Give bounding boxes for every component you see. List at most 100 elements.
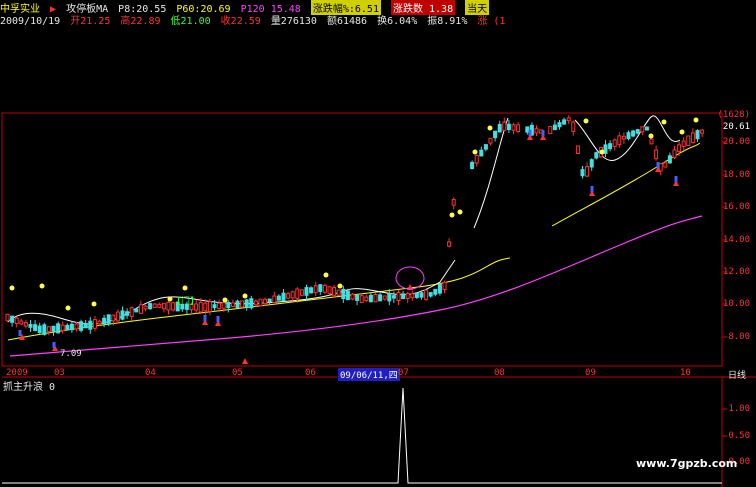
candle-body xyxy=(621,135,626,140)
candle-body xyxy=(207,301,212,312)
candle-body xyxy=(686,135,691,147)
candle-body xyxy=(447,241,452,247)
y-tick: 12.00 xyxy=(722,267,750,277)
candle-body xyxy=(111,314,116,322)
candle-body xyxy=(14,317,19,325)
candle-body xyxy=(562,119,567,125)
candle-body xyxy=(589,159,594,168)
candle-body xyxy=(286,293,291,299)
candle-body xyxy=(5,313,10,322)
candle-body xyxy=(148,303,153,310)
period-label[interactable]: 日线 xyxy=(728,368,746,381)
buy-arrow-icon xyxy=(242,358,248,364)
main-panel-frame xyxy=(1,112,723,367)
sub-indicator-line xyxy=(2,387,722,484)
y-tick: 18.00 xyxy=(722,170,750,180)
candle-body xyxy=(608,143,613,150)
candle-body xyxy=(557,122,562,128)
candle-body xyxy=(566,117,571,122)
candle-body xyxy=(672,149,677,159)
candle-body xyxy=(644,126,649,131)
candle-body xyxy=(497,123,502,133)
signal-dot xyxy=(323,272,329,278)
candle-body xyxy=(502,121,507,131)
candle-body xyxy=(198,301,203,313)
candle-body xyxy=(138,304,143,314)
candle-body xyxy=(322,284,327,293)
candle-body xyxy=(516,124,521,132)
candle-body xyxy=(143,305,148,310)
candle-body xyxy=(677,144,682,152)
candle-body xyxy=(525,126,530,133)
candle-body xyxy=(88,320,93,330)
candle-body xyxy=(410,293,415,298)
candle-body xyxy=(267,298,272,303)
candle-body xyxy=(102,317,107,325)
candle-body xyxy=(359,295,364,304)
candle-body xyxy=(355,294,360,301)
candle-body xyxy=(575,145,580,154)
signal-dot xyxy=(182,285,188,291)
candle-body xyxy=(28,324,33,328)
signal-dot xyxy=(449,212,455,218)
candle-body xyxy=(253,300,258,306)
ma-short-line xyxy=(7,259,456,325)
signal-dot xyxy=(661,119,667,125)
candle-body xyxy=(690,132,695,143)
candle-body xyxy=(382,295,387,300)
candle-body xyxy=(37,325,42,333)
signal-bar xyxy=(674,176,678,182)
y-tick: 8.00 xyxy=(728,332,750,342)
low-annotation: 7.09 xyxy=(60,349,82,359)
x-tick: 05 xyxy=(232,368,243,378)
crosshair-date: 09/06/11,四 xyxy=(338,368,400,381)
candle-body xyxy=(640,126,645,133)
candle-body xyxy=(74,323,79,330)
candle-body xyxy=(92,319,97,329)
candle-body xyxy=(391,295,396,299)
chart-canvas[interactable] xyxy=(0,0,756,487)
candle-body xyxy=(401,293,406,300)
candle-body xyxy=(42,324,47,335)
signal-dot xyxy=(337,283,343,289)
candle-body xyxy=(506,123,511,130)
candle-body xyxy=(23,321,28,327)
candle-body xyxy=(157,303,162,308)
candle-body xyxy=(571,121,576,132)
candle-body xyxy=(626,132,631,140)
candle-body xyxy=(327,286,332,294)
candle-body xyxy=(295,288,300,299)
candle-body xyxy=(428,292,433,297)
ma-short-line-2 xyxy=(473,117,509,229)
x-tick: 10 xyxy=(680,368,691,378)
signal-dot xyxy=(457,209,463,215)
sub-y-tick: 1.00 xyxy=(728,404,750,414)
candle-body xyxy=(276,295,281,301)
candle-body xyxy=(129,307,134,317)
candle-body xyxy=(552,124,557,131)
sub-panel-title: 抓主升浪 0 xyxy=(3,382,56,393)
candle-body xyxy=(345,290,350,301)
candle-body xyxy=(364,296,369,302)
candle-body xyxy=(635,129,640,134)
candle-body xyxy=(378,294,383,302)
candle-body xyxy=(437,284,442,294)
signal-bar xyxy=(52,342,56,348)
y-tick: 14.00 xyxy=(722,235,750,245)
volume-tag: (1628) xyxy=(717,110,750,120)
candle-body xyxy=(152,303,157,308)
candle-body xyxy=(612,139,617,147)
x-tick: 08 xyxy=(494,368,505,378)
candle-body xyxy=(281,292,286,302)
candle-body xyxy=(263,298,268,305)
signal-dot xyxy=(222,297,228,303)
signal-dot xyxy=(9,285,15,291)
watermark: www.7gpzb.com xyxy=(636,457,738,470)
candle-body xyxy=(97,320,102,325)
candle-body xyxy=(594,152,599,159)
candle-body xyxy=(649,138,654,145)
box-marker: 【门】 xyxy=(172,297,200,307)
candle-body xyxy=(396,292,401,302)
candle-body xyxy=(60,324,65,332)
candle-body xyxy=(226,302,231,309)
